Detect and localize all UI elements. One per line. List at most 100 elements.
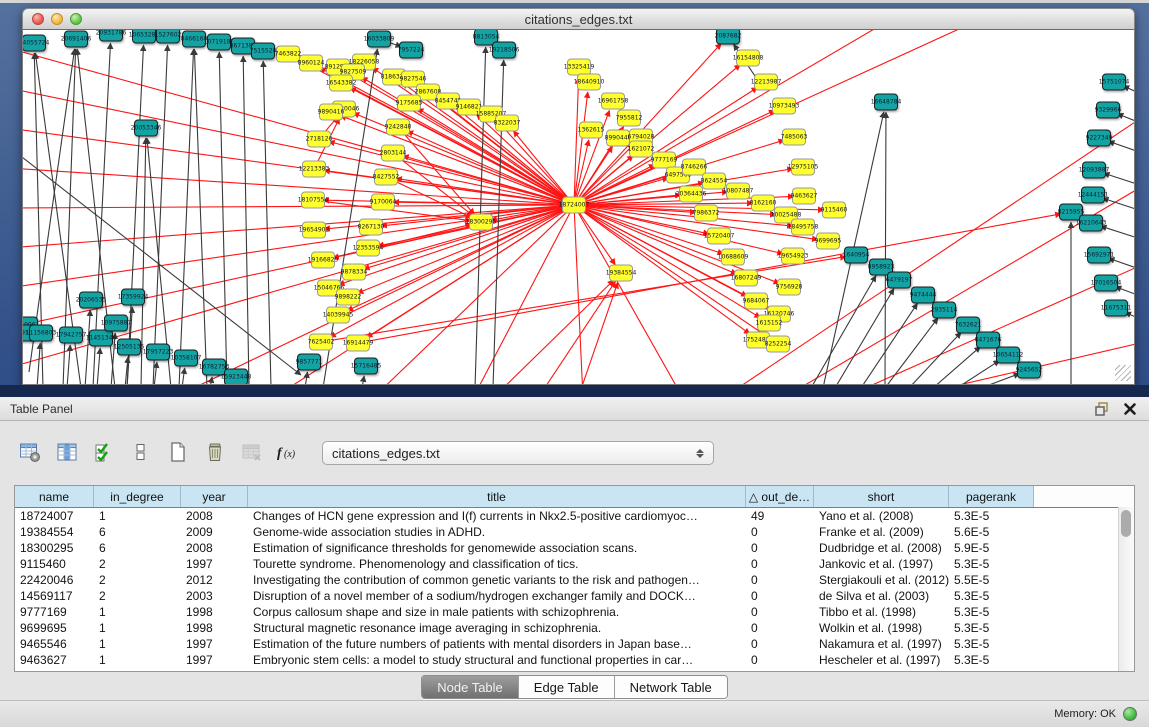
graph-node[interactable]: 9245652: [1017, 362, 1041, 379]
tab-network-table[interactable]: Network Table: [615, 676, 727, 698]
graph-node[interactable]: 18724007: [562, 197, 586, 214]
graph-node[interactable]: 19218506: [492, 42, 516, 59]
float-panel-icon[interactable]: [1093, 400, 1111, 418]
column-header-year[interactable]: year: [181, 486, 248, 507]
graph-node[interactable]: 7632621: [956, 317, 980, 334]
select-all-button[interactable]: [90, 439, 118, 467]
table-row[interactable]: 1872400712008Changes of HCN gene express…: [15, 508, 1134, 524]
graph-node[interactable]: 15716485: [354, 358, 378, 375]
graph-node[interactable]: 8322037: [495, 115, 519, 132]
table-row[interactable]: 977716911998Corpus callosum shape and si…: [15, 604, 1134, 620]
graph-node[interactable]: 16210643: [1079, 215, 1103, 232]
graph-node[interactable]: 9175685: [397, 95, 421, 112]
graph-node[interactable]: 12213987: [754, 74, 778, 91]
graph-node[interactable]: 7957224: [399, 42, 423, 59]
graph-node[interactable]: 1621072: [629, 141, 653, 158]
graph-node[interactable]: 7986372: [694, 205, 718, 222]
table-selector-dropdown[interactable]: citations_edges.txt: [322, 441, 714, 465]
graph-node[interactable]: 15692971: [1087, 247, 1111, 264]
window-resize-grip[interactable]: [1115, 365, 1131, 381]
graph-node[interactable]: 12213383: [302, 161, 326, 178]
graph-node[interactable]: 8960124: [299, 55, 323, 72]
table-row[interactable]: 1938455462009Genome-wide association stu…: [15, 524, 1134, 540]
graph-node[interactable]: 2087682: [716, 30, 740, 45]
graph-node[interactable]: 9329966: [1096, 102, 1120, 119]
graph-node[interactable]: 16033809: [367, 31, 391, 48]
graph-node[interactable]: 20206535: [79, 292, 103, 309]
graph-node[interactable]: 12444151: [1081, 187, 1105, 204]
graph-node[interactable]: 12353594: [356, 240, 380, 257]
graph-node[interactable]: 15923448: [224, 369, 248, 386]
graph-node[interactable]: 10653287: [132, 30, 156, 44]
graph-node[interactable]: 11156803: [29, 325, 53, 342]
table-row[interactable]: 911546021997Tourette syndrome. Phenomeno…: [15, 556, 1134, 572]
graph-node[interactable]: 6479197: [887, 272, 911, 289]
column-header-name[interactable]: name: [15, 486, 94, 507]
graph-node[interactable]: 9227349: [1087, 130, 1111, 147]
graph-node[interactable]: 1362615: [579, 122, 603, 139]
graph-node[interactable]: 1640954: [844, 247, 868, 264]
graph-node[interactable]: 7625402: [309, 334, 333, 351]
graph-node[interactable]: 17942757: [59, 327, 83, 344]
graph-node[interactable]: 16914479: [346, 335, 370, 352]
graph-node[interactable]: 9463627: [792, 188, 816, 205]
close-panel-icon[interactable]: [1121, 400, 1139, 418]
graph-node[interactable]: 10975887: [104, 315, 128, 332]
unselect-all-button[interactable]: [127, 439, 155, 467]
graph-node[interactable]: 16543382: [329, 75, 353, 92]
scrollbar-thumb[interactable]: [1121, 510, 1131, 537]
close-window-icon[interactable]: [32, 13, 44, 25]
graph-node[interactable]: 1615152: [757, 315, 781, 332]
graph-node[interactable]: 9684067: [744, 293, 768, 310]
graph-node[interactable]: 20691406: [64, 31, 88, 48]
graph-node[interactable]: 8990448: [606, 130, 630, 147]
graph-node[interactable]: 9474444: [911, 287, 935, 304]
graph-node[interactable]: 16961758: [601, 93, 625, 110]
graph-node[interactable]: 20053346: [134, 120, 158, 137]
graph-node[interactable]: 9170064: [371, 194, 395, 211]
memory-status-icon[interactable]: [1123, 707, 1137, 721]
graph-node[interactable]: 10973493: [772, 98, 796, 115]
graph-node[interactable]: 2935114: [932, 302, 956, 319]
graph-node[interactable]: 8466160: [182, 31, 206, 48]
graph-node[interactable]: 12505135: [117, 339, 141, 356]
graph-node[interactable]: 17016504: [1094, 275, 1118, 292]
function-builder-button[interactable]: f(x): [275, 439, 303, 467]
graph-node[interactable]: 10358107: [174, 350, 198, 367]
graph-node[interactable]: 16648784: [874, 94, 898, 111]
graph-node[interactable]: 8162160: [751, 195, 775, 212]
graph-node[interactable]: 8267130: [359, 219, 383, 236]
graph-node[interactable]: 18107554: [301, 192, 325, 209]
column-header-short[interactable]: short: [814, 486, 949, 507]
minimize-window-icon[interactable]: [51, 13, 63, 25]
table-row[interactable]: 946362711997Embryonic stem cells: a mode…: [15, 652, 1134, 668]
graph-node[interactable]: 7955812: [617, 110, 641, 127]
graph-node[interactable]: 19166829: [311, 252, 335, 269]
column-header-out_de[interactable]: △ out_de…: [746, 486, 814, 507]
graph-node[interactable]: 20931786: [99, 30, 123, 42]
graph-node[interactable]: 24055724: [22, 35, 46, 52]
graph-node[interactable]: 7515520: [251, 43, 275, 60]
graph-node[interactable]: 15751074: [1102, 74, 1126, 91]
table-mode-button[interactable]: [16, 439, 44, 467]
graph-node[interactable]: 18640910: [577, 74, 601, 91]
graph-node[interactable]: 8471676: [976, 332, 1000, 349]
graph-node[interactable]: 8427552: [374, 169, 398, 186]
table-row[interactable]: 1830029562008Estimation of significance …: [15, 540, 1134, 556]
column-header-pagerank[interactable]: pagerank: [949, 486, 1034, 507]
graph-node[interactable]: 8252254: [766, 336, 790, 353]
graph-node[interactable]: 17957223: [146, 344, 170, 361]
graph-node[interactable]: 10688609: [721, 249, 745, 266]
graph-node[interactable]: 11451344: [89, 330, 113, 347]
graph-node[interactable]: 19654923: [781, 248, 805, 265]
graph-node[interactable]: 19654902: [302, 222, 326, 239]
table-vertical-scrollbar[interactable]: [1118, 507, 1134, 671]
graph-node[interactable]: 9857771: [297, 354, 321, 371]
graph-node[interactable]: 1527602: [156, 30, 180, 44]
table-row[interactable]: 1456911722003Disruption of a novel membe…: [15, 588, 1134, 604]
network-graph-canvas[interactable]: 1872400774638228960124891295418226058982…: [22, 30, 1135, 385]
table-row[interactable]: 946554611997Estimation of the future num…: [15, 636, 1134, 652]
show-columns-button[interactable]: [53, 439, 81, 467]
graph-node[interactable]: 7485063: [782, 129, 806, 146]
tab-node-table[interactable]: Node Table: [422, 676, 519, 698]
